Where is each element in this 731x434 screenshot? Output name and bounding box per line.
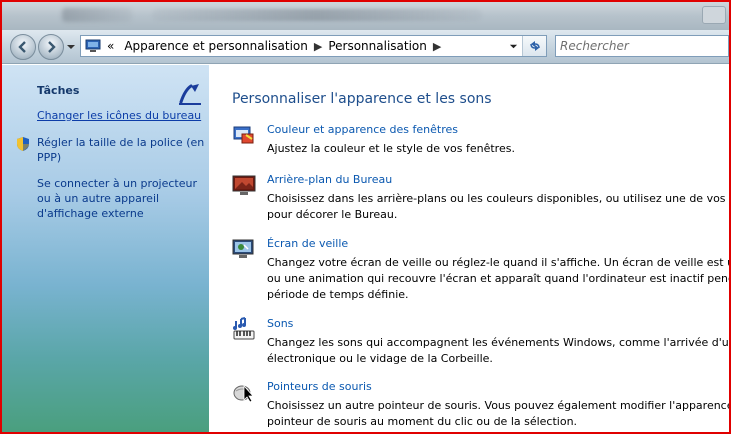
address-bar[interactable]: « Apparence et personnalisation ▶ Person… [80,35,547,57]
pen-icon [179,84,201,105]
sounds-icon [233,317,255,340]
mouse-pointers-link[interactable]: Pointeurs de souris [267,380,372,393]
control-panel-icon [85,39,101,52]
link-line: Régler la taille de la police (en [37,136,205,149]
minimize-button[interactable] [702,6,726,24]
refresh-button[interactable] [522,36,546,56]
desc-line: Ajustez la couleur et le style de vos fe… [267,142,515,155]
back-arrow-icon [18,41,26,53]
screensaver-link[interactable]: Écran de veille [267,237,348,250]
desc-line: Changez les sons qui accompagnent les év… [267,336,729,349]
blurred-title-text [152,9,482,21]
breadcrumb-arrow-icon[interactable]: ▶ [314,40,322,53]
window-color-description: Ajustez la couleur et le style de vos fe… [267,141,729,157]
page-title: Personnaliser l'apparence et les sons [232,91,492,107]
desc-line: pointeur de souris au moment du clic ou … [267,415,578,428]
desc-line: pour décorer le Bureau. [267,208,398,221]
breadcrumb-arrow-icon[interactable]: ▶ [433,40,441,53]
desktop-background-description: Choisissez dans les arrière-plans ou les… [267,191,729,223]
window-color-icon [233,126,254,144]
search-input[interactable]: Rechercher [555,35,729,57]
screensaver-description: Changez votre écran de veille ou réglez-… [267,255,729,303]
breadcrumb-apparence[interactable]: Apparence et personnalisation [124,39,308,53]
blurred-title-icons [62,8,132,22]
forward-button[interactable] [38,34,64,60]
desc-line: Changez votre écran de veille ou réglez-… [267,256,729,269]
mouse-pointers-description: Choisissez un autre pointeur de souris. … [267,398,729,430]
link-line: Se connecter à un projecteur [37,177,197,190]
uac-shield-icon [17,137,29,151]
desc-line: ou une animation qui recouvre l'écran et… [267,272,729,285]
refresh-icon [529,41,540,51]
desc-line: Choisissez un autre pointeur de souris. … [267,399,729,412]
desc-line: électronique ou le vidage de la Corbeill… [267,352,493,365]
desktop-background-link[interactable]: Arrière-plan du Bureau [267,173,392,186]
forward-arrow-icon [48,41,56,53]
navigation-bar: « Apparence et personnalisation ▶ Person… [2,30,729,64]
tasks-heading: Tâches [37,84,80,97]
title-bar [2,2,729,30]
sounds-description: Changez les sons qui accompagnent les év… [267,335,729,367]
desktop-background-icon [232,175,256,195]
recent-pages-dropdown-icon[interactable] [66,42,76,52]
sidebar-link-change-desktop-icons[interactable]: Changer les icônes du bureau [37,108,201,123]
mouse-pointer-icon [233,384,254,403]
link-line: ou à un autre appareil [37,192,160,205]
back-button[interactable] [10,34,36,60]
task-pane: Tâches Changer les icônes du bureau Régl… [2,65,209,432]
screensaver-icon [232,239,254,258]
breadcrumb-personnalisation[interactable]: Personnalisation [328,39,427,53]
main-content: Personnaliser l'apparence et les sons Co… [209,65,729,432]
sounds-link[interactable]: Sons [267,317,293,330]
window-color-link[interactable]: Couleur et apparence des fenêtres [267,123,458,136]
desc-line: période de temps définie. [267,288,409,301]
sidebar-link-font-size-dpi[interactable]: Régler la taille de la police (en PPP) [37,135,204,165]
link-line: d'affichage externe [37,207,144,220]
address-overflow-chevron[interactable]: « [107,39,114,53]
sidebar-link-connect-projector[interactable]: Se connecter à un projecteur ou à un aut… [37,176,197,221]
address-dropdown-icon[interactable] [509,42,518,51]
link-line: Changer les icônes du bureau [37,109,202,122]
desc-line: Choisissez dans les arrière-plans ou les… [267,192,729,205]
link-line: PPP) [37,151,62,164]
